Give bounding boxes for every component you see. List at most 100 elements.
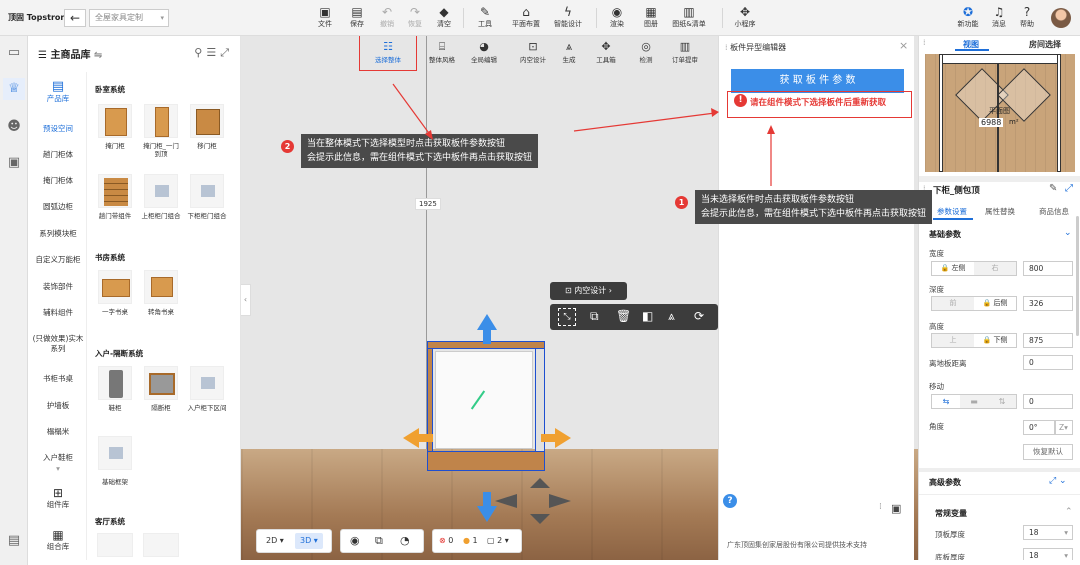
product-card[interactable]: 一字书桌 <box>97 270 133 326</box>
list-icon: ☰ <box>38 50 51 61</box>
filter-icon[interactable]: ☰ <box>206 46 220 59</box>
category-item[interactable]: 自定义万能柜 <box>29 255 87 265</box>
toolbar-divider <box>463 8 464 28</box>
move-input[interactable]: 0 <box>1023 394 1073 409</box>
tab-room-select[interactable]: 房间选择 <box>1029 39 1061 50</box>
depth-anchor-toggle[interactable]: 前 🔒 后侧 <box>931 296 1017 311</box>
toolbar-divider <box>596 8 597 28</box>
cabinet-icon[interactable]: ▭ <box>3 42 25 64</box>
expand-icon[interactable]: ⤢ <box>220 46 233 59</box>
lightning-icon: ϟ <box>564 5 572 19</box>
clear-button[interactable]: ◆ 清空 <box>432 5 456 31</box>
search-icon[interactable]: ⚲ <box>194 46 206 59</box>
subtab-replace[interactable]: 属性替换 <box>985 206 1015 217</box>
category-preset[interactable]: 预设空间 <box>29 124 87 134</box>
subtab-goods[interactable]: 商品信息 <box>1039 206 1069 217</box>
help-icon: ? <box>1023 5 1031 19</box>
top-thickness-select[interactable]: 18 ▾ <box>1023 525 1073 540</box>
product-card[interactable] <box>97 533 133 557</box>
product-card[interactable]: 移门柜 <box>189 104 225 160</box>
height-input[interactable]: 875 <box>1023 333 1073 348</box>
placeholder-thumbnail <box>98 436 132 470</box>
product-card[interactable]: 掩门柜 <box>97 104 133 160</box>
crown-icon[interactable]: ♕ <box>3 78 25 100</box>
save-icon: ▤ <box>351 5 363 19</box>
chevron-down-icon[interactable]: ⌄ <box>1064 228 1072 238</box>
chevron-down-icon: ▾ <box>160 14 164 22</box>
depth-label: 深度 <box>929 285 944 294</box>
category-item[interactable]: 系列模块柜 <box>29 229 87 239</box>
scrollbar[interactable] <box>1076 216 1079 336</box>
layout-icon: ⌂ <box>522 5 530 19</box>
bus-icon[interactable]: ▣ <box>3 152 25 174</box>
height-anchor-toggle[interactable]: 上 🔒 下侧 <box>931 333 1017 348</box>
category-item[interactable]: 圆弧边柜 <box>29 202 87 212</box>
product-card[interactable]: 转角书桌 <box>143 270 179 326</box>
smart-design-button[interactable]: ϟ 智能设计 <box>552 5 584 31</box>
partition-thumbnail <box>144 366 178 400</box>
new-features-button[interactable]: ✪ 新功能 <box>955 5 981 31</box>
width-anchor-toggle[interactable]: 🔒 左侧右 <box>931 261 1017 276</box>
chevron-down-icon[interactable]: ▾ <box>29 464 87 474</box>
product-card[interactable]: 上柜柜门组合 <box>142 174 181 230</box>
category-item[interactable]: 辅料组件 <box>29 308 87 318</box>
product-card[interactable] <box>143 533 179 557</box>
album-button[interactable]: ▦ 图册 <box>640 5 662 31</box>
render-button[interactable]: ◉ 渲染 <box>606 5 628 31</box>
drawings-button[interactable]: ▥ 图纸&清单 <box>670 5 708 31</box>
user-avatar[interactable] <box>1051 8 1071 28</box>
reset-default-button[interactable]: 恢复默认 <box>1023 444 1073 460</box>
width-input[interactable]: 800 <box>1023 261 1073 276</box>
category-item[interactable]: 书柜书桌 <box>29 374 87 384</box>
category-item[interactable]: 榻榻米 <box>29 427 87 437</box>
floor-layout-button[interactable]: ⌂ 平面布置 <box>510 5 542 31</box>
collapse-library-button[interactable]: ‹ <box>241 284 251 316</box>
depth-input[interactable]: 326 <box>1023 296 1073 311</box>
category-item[interactable]: 趟门柜体 <box>29 150 87 160</box>
file-menu[interactable]: ▣ 文件 <box>314 5 336 31</box>
category-item[interactable]: 护墙板 <box>29 401 87 411</box>
category-item[interactable]: 装饰部件 <box>29 282 87 292</box>
product-card[interactable]: 鞋柜 <box>97 366 133 422</box>
product-card[interactable]: 掩门柜_一门到顶 <box>143 104 179 160</box>
back-button[interactable]: ← <box>64 9 86 27</box>
category-item[interactable]: 入户鞋柜 <box>29 453 87 463</box>
bottom-thickness-select[interactable]: 18 ▾ <box>1023 548 1073 560</box>
category-item[interactable]: 掩门柜体 <box>29 176 87 186</box>
category-product-library[interactable]: ▤ 产品库 <box>29 80 87 104</box>
undo-button[interactable]: ↶ 撤销 <box>376 5 398 31</box>
subtab-params[interactable]: 参数设置 <box>937 206 967 217</box>
product-card[interactable]: 隔断柜 <box>143 366 179 422</box>
product-card[interactable]: 入户柜下区间 <box>188 366 227 422</box>
angle-input[interactable]: 0° <box>1023 420 1055 435</box>
axis-select[interactable]: Z▾ <box>1055 420 1073 435</box>
category-combos[interactable]: ▦ 组合库 <box>29 528 87 552</box>
category-item[interactable]: (只做效果)实木系列 <box>29 334 87 354</box>
floor-plan-minimap[interactable]: 平面图 6988 m² <box>925 54 1075 172</box>
product-card[interactable]: 基础框架 <box>97 436 133 492</box>
edit-icon[interactable]: ✎ <box>1049 183 1057 194</box>
chevron-up-icon[interactable]: ⌃ <box>1065 507 1073 517</box>
tool-menu[interactable]: ✎ 工具 <box>474 5 496 31</box>
save-button[interactable]: ▤ 保存 <box>346 5 368 31</box>
combo-icon: ▦ <box>52 528 64 542</box>
3d-viewport[interactable]: ☷ 选择整体 ⌸ 整体风格 ◕ 全局编辑 ⊡ 内空设计 ⩓ 生成 ✥ 工具箱 ◎ 检测 ▥ 订单… <box>241 36 918 560</box>
messages-button[interactable]: ♫ 消息 <box>989 5 1009 31</box>
expand-icon[interactable]: ⤢ <box>1065 183 1073 194</box>
plan-select[interactable]: 全屋家具定制 ▾ <box>89 9 169 27</box>
product-card[interactable]: 下柜柜门组合 <box>188 174 227 230</box>
product-card[interactable]: 趟门带组件 <box>97 174 133 230</box>
expand-icon[interactable]: ⤢ ⌄ <box>1049 476 1067 486</box>
redo-button[interactable]: ↷ 恢复 <box>404 5 426 31</box>
angle-label: 角度 <box>929 422 944 431</box>
eraser-icon: ◆ <box>439 5 449 19</box>
mini-program-button[interactable]: ✥ 小程序 <box>732 5 758 31</box>
move-axis-toggle[interactable]: ⇆ ▬ ⇅ <box>931 394 1017 409</box>
library-title[interactable]: ☰ 主商品库 ⇋ <box>38 46 102 61</box>
calculator-icon[interactable]: ▤ <box>3 530 25 552</box>
help-button[interactable]: ? 帮助 <box>1016 5 1038 31</box>
ground-distance-input[interactable]: 0 <box>1023 355 1073 370</box>
user-icon[interactable]: ☻ <box>3 116 25 138</box>
box-icon: ▤ <box>51 79 65 94</box>
category-components[interactable]: ⊞ 组件库 <box>29 486 87 510</box>
